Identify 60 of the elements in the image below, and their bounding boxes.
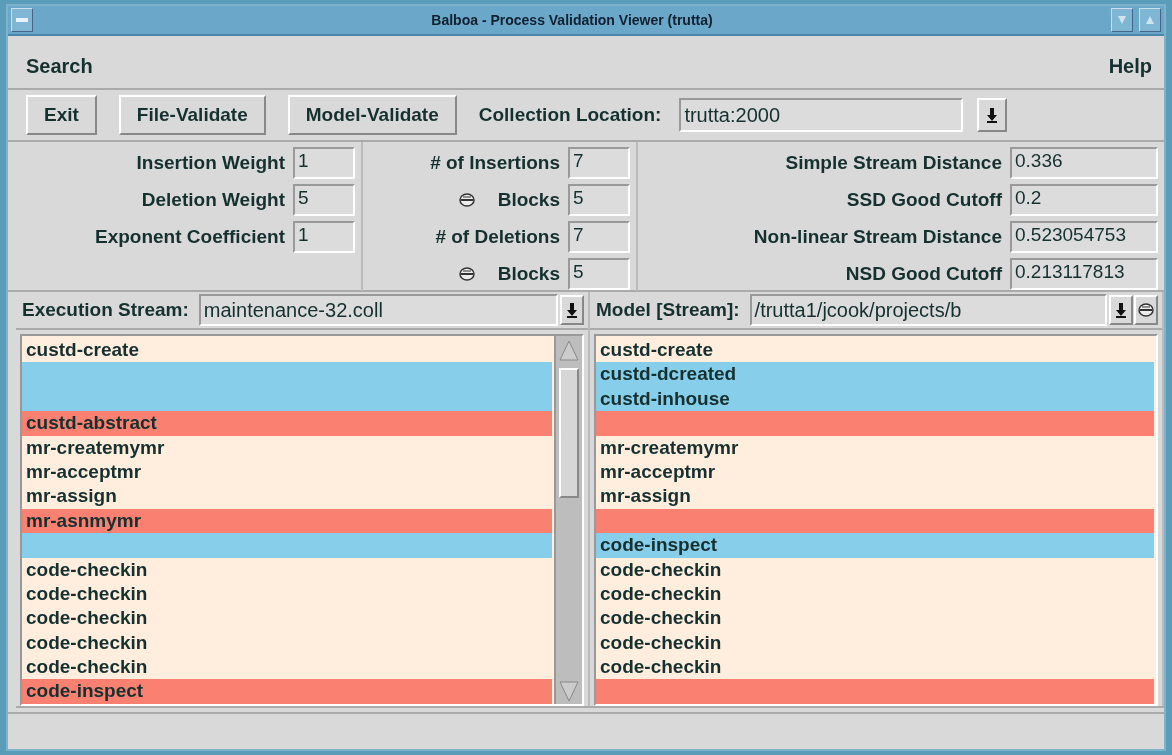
parameter-label: Insertion Weight [136,152,285,174]
down-arrow-icon [566,302,578,318]
toolbar-button[interactable]: File-Validate [118,95,266,135]
parameter-label: # of Insertions [430,152,560,174]
parameter-label: Simple Stream Distance [785,152,1002,174]
minimize-icon [1118,16,1126,24]
field-label: Model [Stream]: [596,299,740,321]
scrollbar-thumb[interactable] [559,368,579,498]
stream-row[interactable]: code-inspect [22,679,552,704]
toggle-icon [458,193,475,207]
parameter-field[interactable]: 5 [568,184,630,216]
field-label: Collection Location: [478,104,662,126]
dropdown-button[interactable] [977,98,1008,132]
toggle-icon [1138,303,1154,317]
stream-field[interactable]: /trutta1/jcook/projects/b [749,294,1107,326]
parameter-label: Non-linear Stream Distance [753,226,1002,248]
stream-row[interactable]: mr-asnmymr [22,508,552,534]
dash-icon [16,18,28,22]
dropdown-button[interactable] [560,295,584,325]
parameter-field[interactable]: 7 [568,221,630,253]
parameter-field[interactable]: 1 [293,221,355,253]
down-arrow-icon [986,107,999,123]
maximize-button[interactable] [1139,8,1161,32]
up-arrow-icon [558,338,580,364]
parameter-field[interactable]: 0.336 [1010,147,1158,179]
parameter-label: Blocks [497,263,560,285]
field-label: Execution Stream: [22,299,189,321]
scrollbar[interactable] [554,336,582,704]
menu-item[interactable]: Help [1108,54,1152,78]
stream-row[interactable]: custd-abstract [22,411,552,436]
parameter-label: Blocks [497,189,560,211]
maximize-icon [1146,16,1154,24]
parameter-field[interactable]: 0.213117813 [1010,258,1158,290]
stream-field[interactable]: maintenance-32.coll [198,294,558,326]
parameter-label: NSD Good Cutoff [845,263,1002,285]
parameter-field[interactable]: 5 [568,258,630,290]
parameter-label: SSD Good Cutoff [846,189,1002,211]
parameter-field[interactable]: 1 [293,147,355,179]
parameter-label: # of Deletions [435,226,560,248]
down-arrow-icon [558,678,580,704]
parameter-field[interactable]: 0.2 [1010,184,1158,216]
parameter-field[interactable]: 5 [293,184,355,216]
stream-row[interactable]: custd-dcreated [596,362,1154,387]
window-menu-button[interactable] [11,8,33,32]
toggle-icon [458,267,475,281]
parameter-field[interactable]: 7 [568,147,630,179]
window-title: Balboa - Process Validation Viewer (trutta) [430,12,714,28]
stream-row[interactable]: custd-inhouse [596,386,1154,412]
down-arrow-icon [1115,302,1127,318]
toolbar-button[interactable]: Exit [26,95,97,135]
toolbar-button[interactable]: Model-Validate [287,95,457,135]
toggle-button[interactable] [1134,295,1158,325]
stream-row[interactable]: code-inspect [596,533,1154,558]
collection-location-field[interactable]: trutta:2000 [679,98,964,132]
parameter-label: Exponent Coefficient [95,226,285,248]
parameter-field[interactable]: 0.523054753 [1010,221,1158,253]
parameter-label: Deletion Weight [141,189,285,211]
dropdown-button[interactable] [1109,295,1133,325]
minimize-button[interactable] [1111,8,1133,32]
menu-item[interactable]: Search [26,54,93,78]
